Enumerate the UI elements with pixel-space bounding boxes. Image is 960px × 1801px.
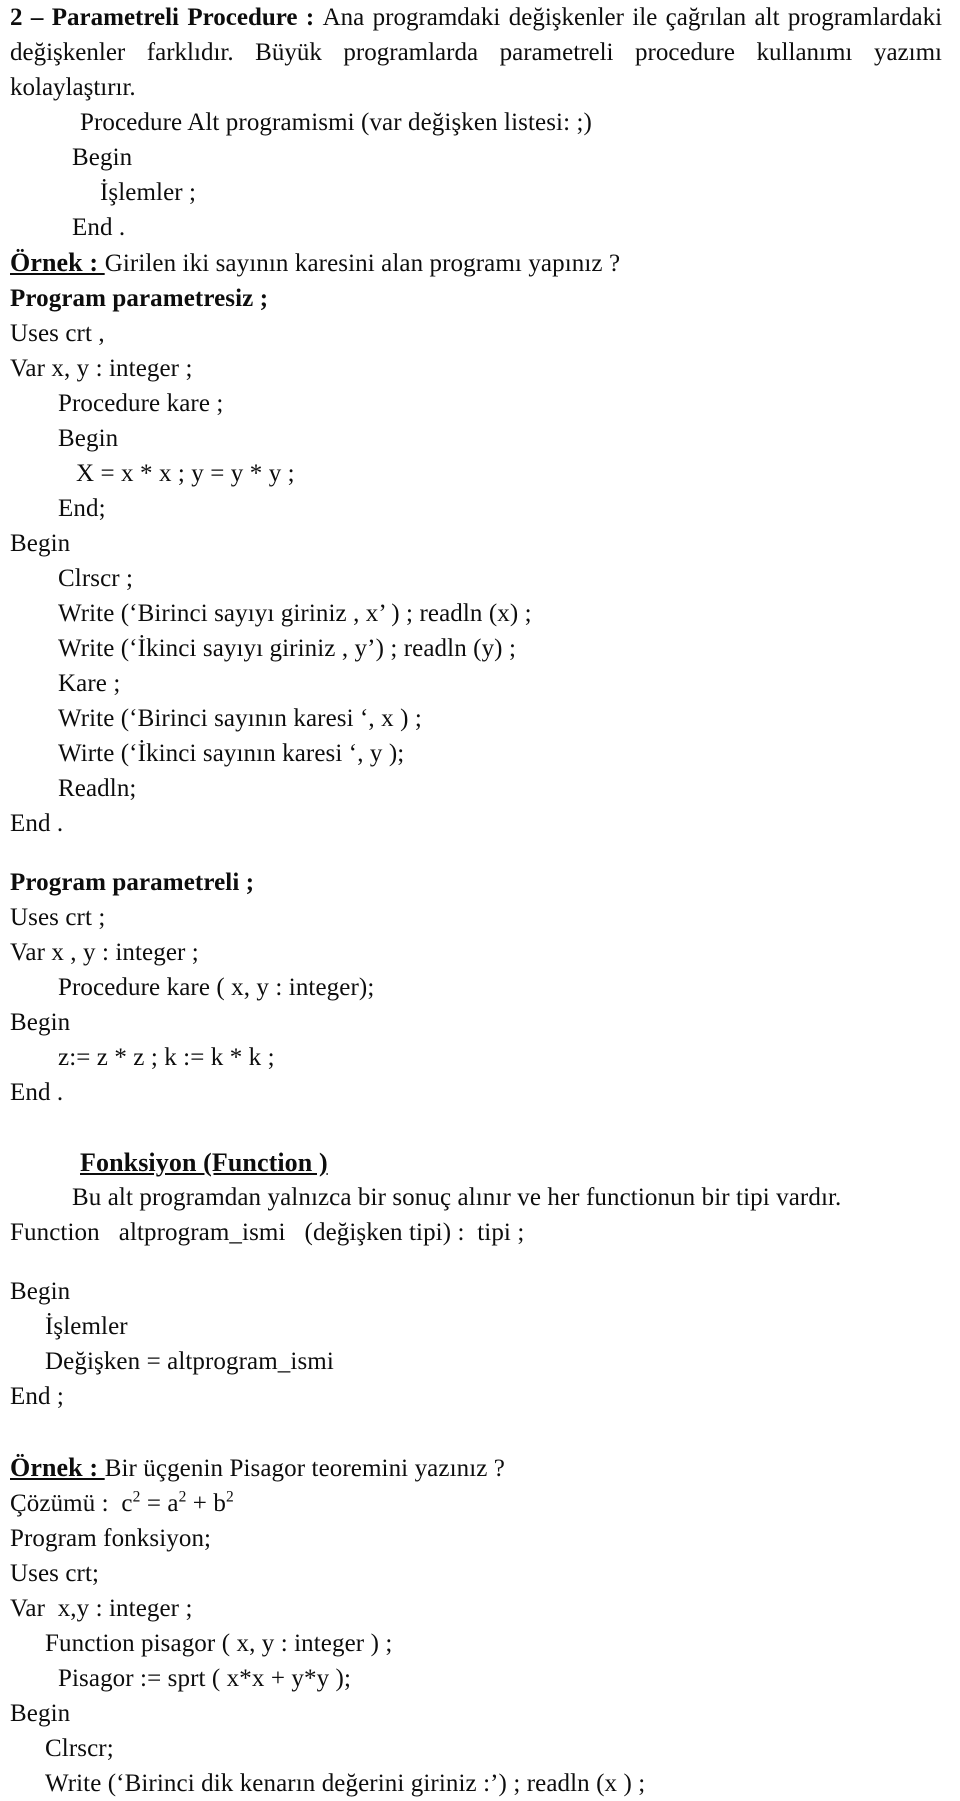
syntax-line-statements: İşlemler ; [100,179,197,206]
example3-solution-formula: Çözümü : c2 = a2 + b2 [10,1486,942,1521]
code-line-func-begin: Begin [10,1278,71,1305]
code-line-write-first: Write (‘Birinci sayıyı giriniz , x’ ) ; … [58,600,532,627]
syntax-line-end: End . [72,214,126,241]
solution-mid-2: + b [186,1490,226,1517]
sup-b: 2 [225,1488,234,1506]
code-line-write-kenar: Write (‘Birinci dik kenarın değerini gir… [45,1770,646,1797]
code-line-end-2: End . [10,1079,64,1106]
code-line-begin-2: Begin [10,1009,71,1036]
code-line-function-pisagor: Function pisagor ( x, y : integer ) ; [45,1630,393,1657]
syntax-line-declaration: Procedure Alt programismi (var değişken … [80,109,592,136]
example3-code-block: Program fonksiyon; Uses crt; Var x,y : i… [10,1521,942,1801]
section-heading-paragraph: 2 – Parametreli Procedure : Ana programd… [10,0,942,105]
sup-c: 2 [132,1488,141,1506]
code-line-uses-crt: Uses crt , [10,320,105,347]
document-page: 2 – Parametreli Procedure : Ana programd… [0,0,960,1797]
code-line-program-parametreli: Program parametreli ; [10,869,255,896]
code-line-proc-end: End; [58,495,106,522]
code-line-func-statements: İşlemler [45,1313,128,1340]
procedure-syntax-block: Procedure Alt programismi (var değişken … [10,105,942,245]
function-code-block: Begin İşlemler Değişken = altprogram_ism… [10,1274,942,1414]
code-line-var-decl-3: Var x,y : integer ; [10,1595,193,1622]
function-section-heading: Fonksiyon (Function ) [80,1148,328,1177]
code-line-write-result-first: Write (‘Birinci sayının karesi ‘, x ) ; [58,705,422,732]
code-line-main-end: End . [10,810,64,837]
example1-label: Örnek : [10,248,105,277]
example3-heading: Örnek : Bir üçgenin Pisagor teoremini ya… [10,1450,942,1486]
code-line-proc-body: X = x * x ; y = y * y ; [76,460,295,487]
code-line-program-fonksiyon: Program fonksiyon; [10,1525,212,1552]
code-line-var-decl-2: Var x , y : integer ; [10,939,199,966]
code-line-procedure-kare-params: Procedure kare ( x, y : integer); [58,974,375,1001]
solution-mid-1: = a [140,1490,179,1517]
code-line-uses-crt-3: Uses crt; [10,1560,100,1587]
spacer-in-function-section [10,1250,942,1274]
code-line-pisagor-assign: Pisagor := sprt ( x*x + y*y ); [58,1665,351,1692]
example1-question: Girilen iki sayının karesini alan progra… [104,250,621,277]
example3-question: Bir üçgenin Pisagor teoremini yazınız ? [104,1455,505,1482]
section-number: 2 – [10,4,52,31]
code-line-program-parametresiz: Program parametresiz ; [10,285,269,312]
code-line-var-decl: Var x, y : integer ; [10,355,193,382]
example2-code-block: Program parametreli ; Uses crt ; Var x ,… [10,865,942,1110]
example1-heading: Örnek : Girilen iki sayının karesini ala… [10,245,942,281]
code-line-proc-begin: Begin [58,425,119,452]
example3-label: Örnek : [10,1453,105,1482]
code-line-call-kare: Kare ; [58,670,121,697]
spacer-before-function-section [10,1110,942,1146]
code-line-write-result-second: Wirte (‘İkinci sayının karesi ‘, y ); [58,740,405,767]
code-line-write-second: Write (‘İkinci sayıyı giriniz , y’) ; re… [58,635,517,662]
code-line-func-assign: Değişken = altprogram_ismi [45,1348,334,1375]
code-line-clrscr-3: Clrscr; [45,1735,114,1762]
code-line-assignments: z:= z * z ; k := k * k ; [58,1044,275,1071]
spacer-before-example3 [10,1414,942,1450]
code-line-clrscr: Clrscr ; [58,565,134,592]
spacer-after-example1 [10,841,942,865]
section-title: Parametreli Procedure : [51,4,323,31]
code-line-begin-3: Begin [10,1700,71,1727]
code-line-procedure-kare: Procedure kare ; [58,390,224,417]
solution-prefix: Çözümü : c [10,1490,133,1517]
code-line-readln: Readln; [58,775,137,802]
code-line-main-begin: Begin [10,530,71,557]
syntax-line-begin: Begin [72,144,133,171]
example1-code-block: Program parametresiz ; Uses crt , Var x,… [10,281,942,841]
code-line-func-end: End ; [10,1383,64,1410]
sup-a: 2 [178,1488,187,1506]
function-signature: Function altprogram_ismi (değişken tipi)… [10,1219,525,1246]
function-section-description: Bu alt programdan yalnızca bir sonuç alı… [72,1184,842,1211]
code-line-uses-crt-2: Uses crt ; [10,904,106,931]
